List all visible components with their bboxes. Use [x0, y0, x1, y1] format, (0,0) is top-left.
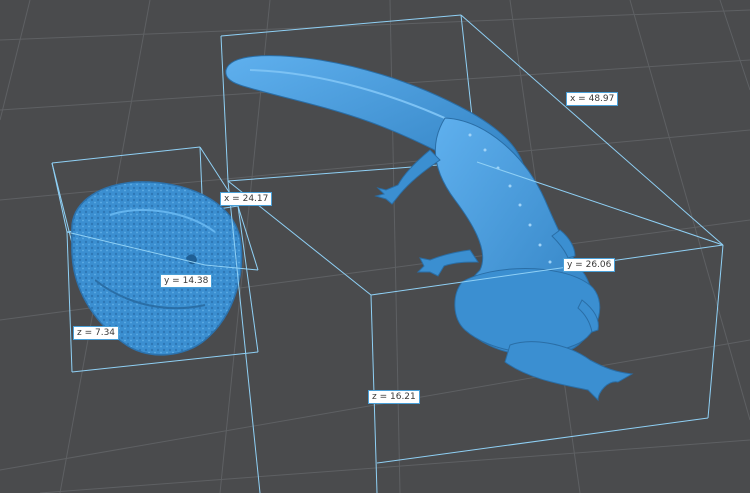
rock-z-dimension-label: z = 7.34 — [73, 326, 120, 340]
3d-viewport[interactable]: x = 24.17 y = 14.38 z = 7.34 x = 48.97 y… — [0, 0, 750, 493]
scene-canvas[interactable] — [0, 0, 750, 493]
salamander-x-dimension-label: x = 48.97 — [566, 92, 619, 106]
rock-y-dimension-label: y = 14.38 — [160, 274, 213, 288]
rock-x-dimension-label: x = 24.17 — [220, 192, 273, 206]
salamander-z-dimension-label: z = 16.21 — [368, 390, 420, 404]
salamander-y-dimension-label: y = 26.06 — [563, 258, 616, 272]
